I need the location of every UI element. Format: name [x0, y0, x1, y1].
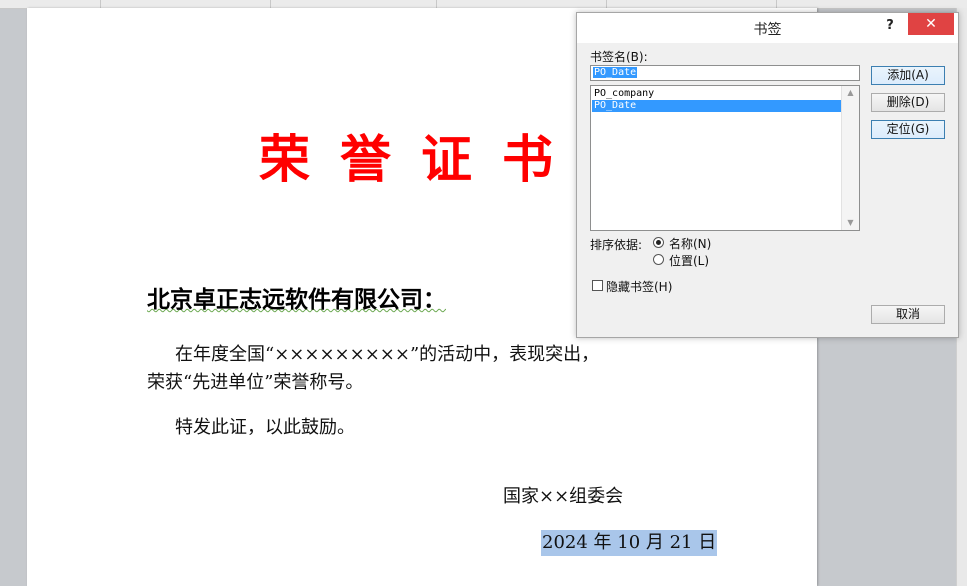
hidden-bookmarks-label[interactable]: 隐藏书签(H): [606, 278, 672, 295]
goto-button[interactable]: 定位(G): [871, 120, 945, 139]
delete-button[interactable]: 删除(D): [871, 93, 945, 112]
ruler-tick: [776, 0, 777, 8]
dialog-body: 书签名(B): PO_Date PO_company PO_Date ▲ ▼ 添…: [582, 43, 953, 331]
list-item-po-company[interactable]: PO_company: [592, 88, 845, 100]
sort-by-location-label[interactable]: 位置(L): [669, 252, 709, 269]
recipient-heading: 北京卓正志远软件有限公司：: [147, 280, 446, 314]
sort-label: 排序依据:: [590, 238, 643, 252]
scroll-up-arrow-icon[interactable]: ▲: [842, 86, 859, 100]
body-line-1: 在年度全国“×××××××××”的活动中，表现突出，: [175, 344, 600, 365]
sort-by-name-radio[interactable]: [653, 237, 664, 248]
sort-by-location-radio[interactable]: [653, 254, 664, 265]
add-button[interactable]: 添加(A): [871, 66, 945, 85]
body-line-2: 荣获“先进单位”荣誉称号。: [147, 372, 364, 393]
bookmark-name-input[interactable]: PO_Date: [590, 65, 860, 81]
ruler-tick: [436, 0, 437, 8]
scroll-down-arrow-icon[interactable]: ▼: [842, 216, 859, 230]
bookmark-name-label: 书签名(B):: [590, 50, 648, 64]
sort-by-name-label[interactable]: 名称(N): [669, 235, 711, 252]
ruler-tick: [606, 0, 607, 8]
ruler-tick: [270, 0, 271, 8]
dialog-titlebar[interactable]: 书签 ? ✕: [577, 13, 958, 43]
closing-text: 特发此证，以此鼓励。: [175, 417, 355, 438]
date-text-selected[interactable]: 2024 年 10 月 21 日: [541, 530, 718, 556]
list-scrollbar[interactable]: ▲ ▼: [841, 86, 859, 230]
bookmark-dialog: 书签 ? ✕ 书签名(B): PO_Date PO_company PO_Dat…: [576, 12, 959, 338]
bookmark-list[interactable]: PO_company PO_Date ▲ ▼: [590, 85, 860, 231]
recipient-name: 北京卓正志远软件有限公司：: [147, 287, 446, 313]
certificate-title: 荣誉证书: [259, 131, 584, 190]
bookmark-name-value: PO_Date: [593, 67, 638, 78]
ruler-tick: [100, 0, 101, 8]
signatory-text: 国家××组委会: [503, 486, 624, 507]
help-button[interactable]: ?: [877, 15, 903, 37]
list-item-po-date[interactable]: PO_Date: [592, 100, 845, 112]
cancel-button[interactable]: 取消: [871, 305, 945, 324]
close-button[interactable]: ✕: [908, 13, 954, 35]
body-paragraph: 在年度全国“×××××××××”的活动中，表现突出， 荣获“先进单位”荣誉称号。: [147, 341, 707, 397]
hidden-bookmarks-checkbox[interactable]: [592, 280, 603, 291]
